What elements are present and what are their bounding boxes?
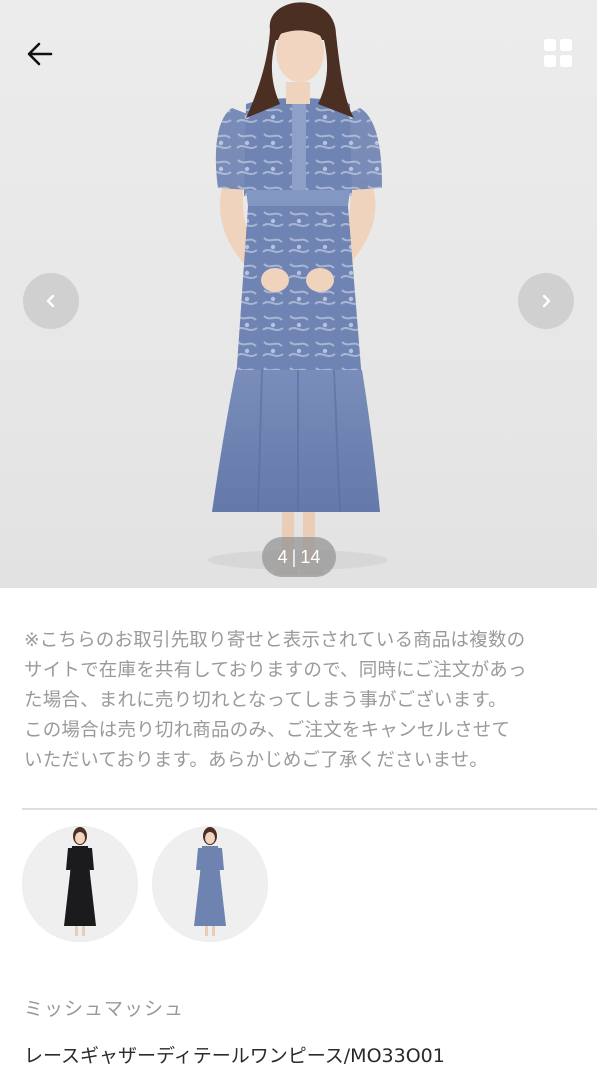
arrow-left-icon — [27, 42, 53, 66]
product-photo — [208, 2, 388, 575]
chevron-left-icon — [46, 294, 55, 308]
next-image-button[interactable] — [518, 273, 574, 329]
previous-image-button[interactable] — [23, 273, 79, 329]
brand-name[interactable]: ミッシュマッシュ — [24, 994, 184, 1021]
chevron-right-icon — [542, 294, 551, 308]
product-image-gallery[interactable]: 4 | 14 — [0, 0, 597, 588]
notice-line: いただいております。あらかじめご了承くださいませ。 — [24, 750, 488, 771]
color-variations — [22, 826, 268, 942]
product-page: 4 | 14 ※こちらのお取引先取り寄せと表示されている商品は複数の サイトで在… — [0, 0, 597, 1080]
back-button[interactable] — [20, 34, 60, 74]
color-thumb-blue[interactable] — [152, 826, 268, 942]
image-counter-current: 4 — [277, 546, 288, 567]
stock-notice: ※こちらのお取引先取り寄せと表示されている商品は複数の サイトで在庫を共有してお… — [24, 626, 580, 776]
section-divider — [22, 808, 597, 810]
image-counter: 4 | 14 — [262, 537, 336, 577]
product-name: レースギャザーディテールワンピース/MO33O01 — [24, 1045, 445, 1067]
notice-line: サイトで在庫を共有しておりますので、同時にご注文があっ — [24, 660, 527, 681]
black-dress-thumbnail — [22, 826, 138, 942]
blue-dress-thumbnail — [152, 826, 268, 942]
image-counter-total: 14 — [300, 546, 321, 567]
image-counter-separator: | — [291, 546, 297, 567]
notice-line: ※こちらのお取引先取り寄せと表示されている商品は複数の — [24, 630, 526, 651]
notice-line: この場合は売り切れ商品のみ、ご注文をキャンセルさせて — [24, 720, 511, 741]
grid-icon — [544, 39, 572, 67]
color-thumb-black[interactable] — [22, 826, 138, 942]
grid-view-button[interactable] — [541, 36, 575, 70]
notice-line: た場合、まれに売り切れとなってしまう事がございます。 — [24, 690, 507, 711]
